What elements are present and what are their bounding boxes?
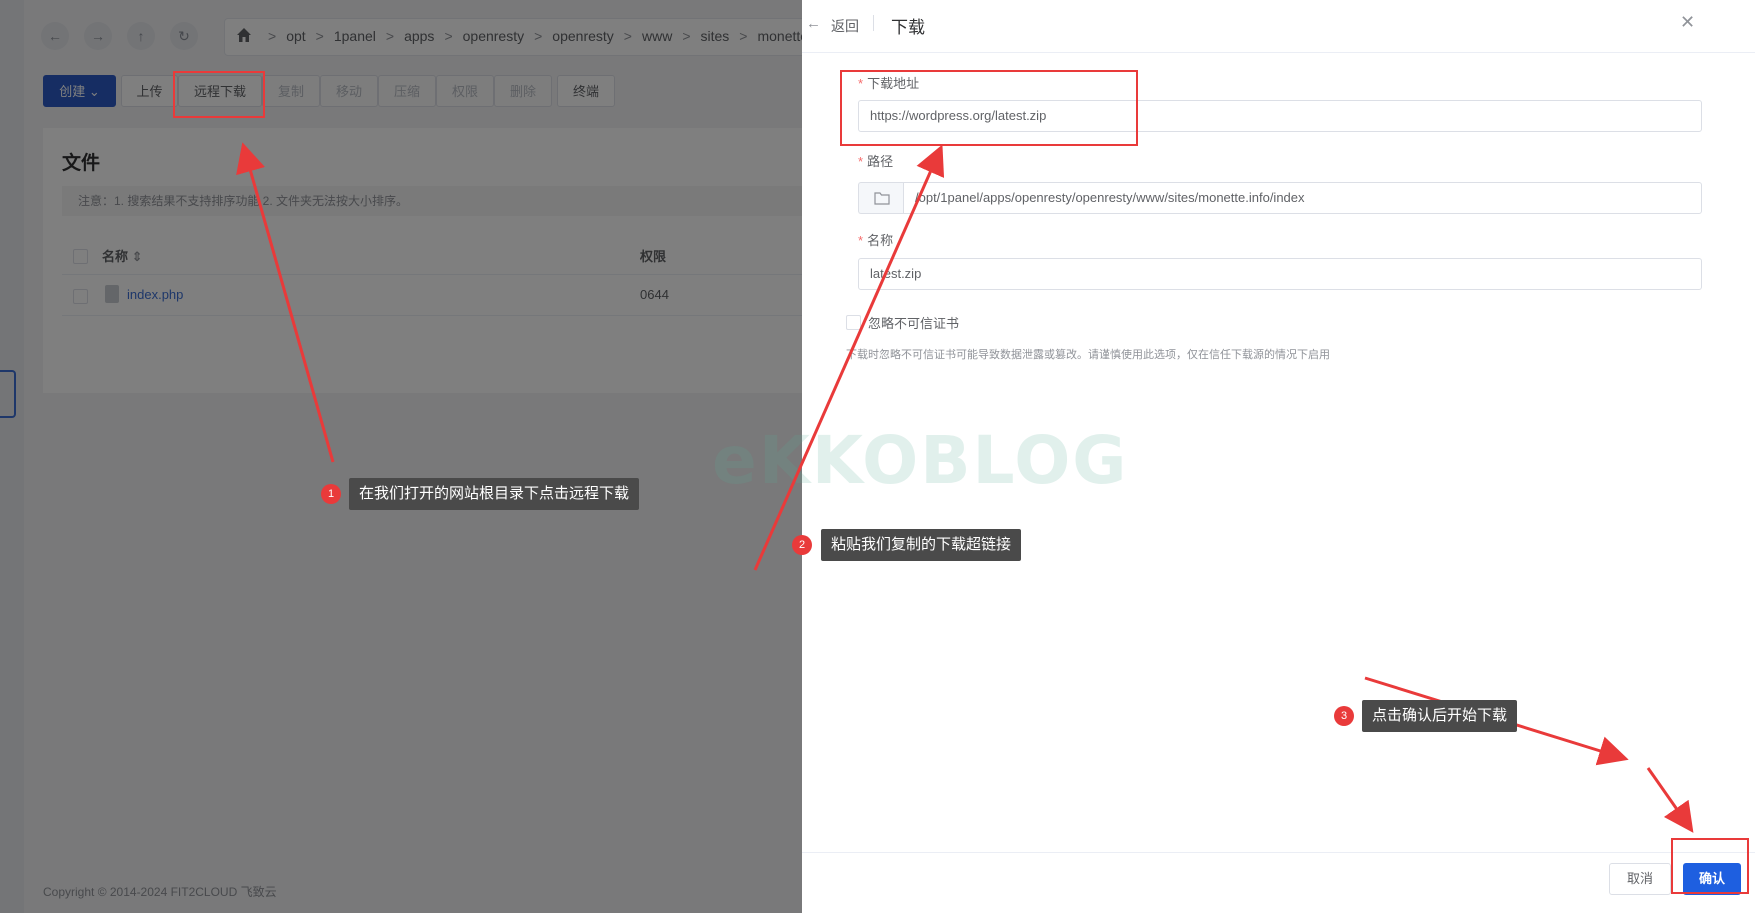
step-badge-1: 1 [321, 484, 341, 504]
arrow-step1 [236, 142, 335, 463]
annotation-arrows [236, 142, 1694, 833]
annotation-callout-3: 点击确认后开始下载 [1362, 700, 1518, 732]
step-badge-2: 2 [792, 535, 812, 555]
annotation-callout-2: 粘贴我们复制的下载超链接 [821, 529, 1022, 561]
step-badge-3: 3 [1334, 706, 1354, 726]
annotation-callout-1: 在我们打开的网站根目录下点击远程下载 [349, 478, 640, 510]
arrow-step3b [1646, 767, 1694, 833]
arrow-step2 [753, 144, 945, 571]
